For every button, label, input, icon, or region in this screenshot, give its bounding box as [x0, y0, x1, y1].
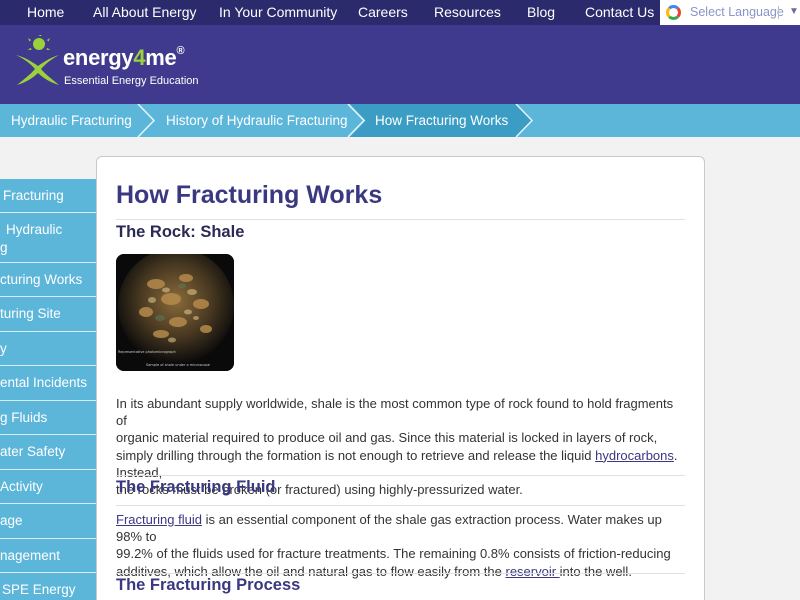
sidebar-item[interactable]: g Fluids — [0, 401, 97, 435]
breadcrumb-history-of-hydraulic-fracturing[interactable]: History of Hydraulic Fracturing — [166, 104, 348, 137]
language-selector-label: Select Language — [690, 5, 784, 19]
section-title-fracturing-process: The Fracturing Process — [116, 576, 301, 594]
sidebar-item[interactable]: SPE Energy — [0, 573, 97, 600]
nav-home[interactable]: Home — [27, 0, 64, 25]
nav-all-about-energy[interactable]: All About Energy — [93, 0, 197, 25]
breadcrumb-how-fracturing-works[interactable]: How Fracturing Works — [375, 104, 508, 137]
sidebar-item[interactable]: Hydraulic g — [0, 213, 97, 263]
nav-contact-us[interactable]: Contact Us — [585, 0, 654, 25]
chevron-down-icon: ▼ — [789, 6, 799, 17]
section-title-rock-shale: The Rock: Shale — [116, 223, 245, 241]
nav-resources[interactable]: Resources — [434, 0, 501, 25]
energy-figure-icon[interactable] — [14, 35, 60, 87]
content-card: How Fracturing Works The Rock: Shale Rep… — [96, 156, 705, 600]
hydrocarbons-link[interactable]: hydrocarbons — [595, 448, 674, 463]
breadcrumb: Hydraulic Fracturing History of Hydrauli… — [0, 104, 800, 137]
sidebar-nav: Fracturing Hydraulic g cturing Works turi… — [0, 179, 97, 600]
sidebar-item[interactable]: cturing Works — [0, 263, 97, 297]
sidebar-item[interactable]: nagement — [0, 539, 97, 573]
logo-tagline: Essential Energy Education — [64, 75, 199, 87]
logo-wordmark[interactable]: energy4me® — [63, 45, 185, 71]
language-selector[interactable]: Select Language ▼ — [660, 0, 800, 25]
sidebar-item[interactable]: ental Incidents — [0, 366, 97, 401]
section-title-fracturing-fluid: The Fracturing Fluid — [116, 478, 276, 496]
sidebar-item[interactable]: y — [0, 332, 97, 366]
sidebar-item[interactable]: age — [0, 504, 97, 539]
divider — [116, 573, 685, 574]
fluid-paragraph: Fracturing fluid is an essential compone… — [116, 512, 671, 579]
nav-blog[interactable]: Blog — [527, 0, 555, 25]
divider — [116, 219, 685, 220]
language-divider — [778, 6, 779, 19]
sidebar-item[interactable]: Fracturing — [0, 179, 97, 213]
site-header: energy4me® Essential Energy Education — [0, 25, 800, 104]
nav-in-your-community[interactable]: In Your Community — [219, 0, 337, 25]
photo-caption-left: Representative photomicrograph — [118, 350, 176, 354]
breadcrumb-separator-icon — [515, 104, 534, 137]
photo-caption-bottom: Sample of shale under a microscope — [146, 363, 210, 367]
divider — [116, 505, 685, 506]
breadcrumb-hydraulic-fracturing[interactable]: Hydraulic Fracturing — [11, 104, 132, 137]
top-navigation: Home All About Energy In Your Community … — [0, 0, 800, 25]
breadcrumb-separator-icon — [137, 104, 156, 137]
sidebar-item[interactable]: turing Site — [0, 297, 97, 332]
fracturing-fluid-link[interactable]: Fracturing fluid — [116, 512, 202, 527]
divider — [116, 475, 685, 476]
google-icon — [666, 5, 681, 20]
reservoir-link[interactable]: reservoir — [505, 564, 559, 579]
sidebar-item[interactable]: Activity — [0, 470, 97, 504]
breadcrumb-separator-icon — [347, 104, 366, 137]
sidebar-item[interactable]: ater Safety — [0, 435, 97, 470]
nav-careers[interactable]: Careers — [358, 0, 408, 25]
shale-microscope-photo: Representative photomicrograph Sample of… — [116, 254, 234, 371]
page-title: How Fracturing Works — [116, 181, 383, 209]
